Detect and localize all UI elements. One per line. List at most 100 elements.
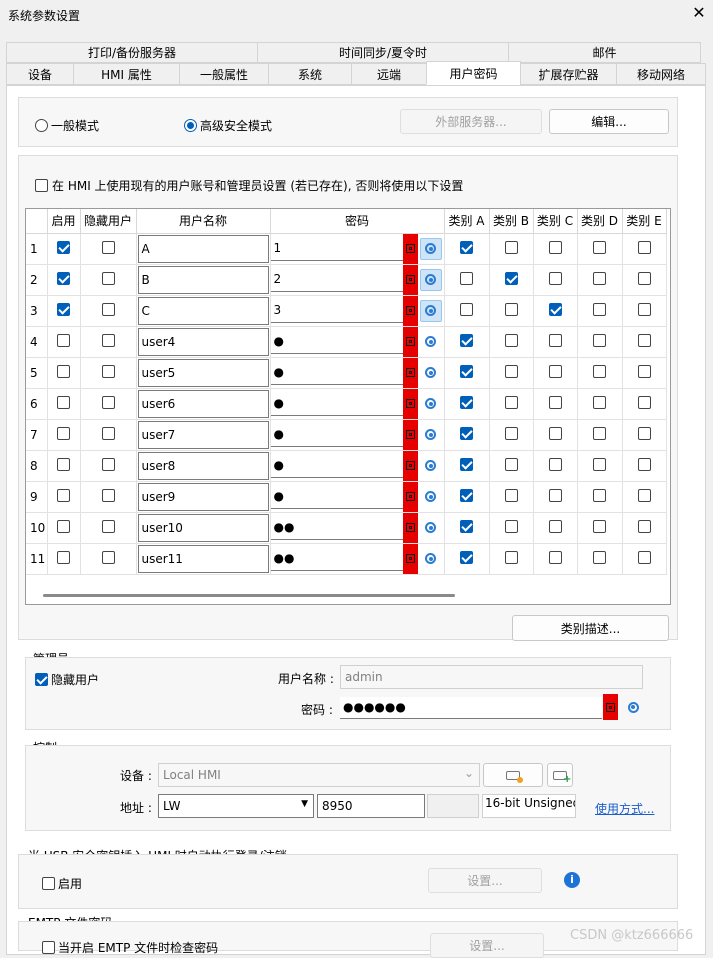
eye-icon[interactable] <box>420 548 442 570</box>
category-a-checkbox[interactable] <box>460 302 473 316</box>
tab-general-props[interactable]: 一般属性 <box>179 63 269 85</box>
usb-enable-checkbox[interactable]: 启用 <box>42 875 82 892</box>
category-b-checkbox[interactable] <box>504 426 518 440</box>
hide-user-checkbox[interactable] <box>101 519 115 533</box>
category-a-checkbox[interactable] <box>460 271 473 285</box>
username-input[interactable]: B <box>137 265 269 294</box>
hide-user-checkbox[interactable] <box>101 302 115 316</box>
username-input[interactable]: user4 <box>137 327 269 356</box>
username-input[interactable]: user5 <box>137 358 269 387</box>
admin-name-field[interactable]: admin <box>340 665 643 689</box>
category-d-checkbox[interactable] <box>593 457 606 471</box>
device-settings-button[interactable] <box>483 763 543 787</box>
column-header[interactable]: 隐藏用户 <box>80 209 137 234</box>
password-input[interactable]: ● <box>270 391 403 416</box>
admin-password-field[interactable]: ●●●●●● <box>340 697 602 719</box>
tab-system[interactable]: 系统 <box>268 63 352 85</box>
category-c-checkbox[interactable] <box>548 240 562 254</box>
category-b-checkbox[interactable] <box>504 488 518 502</box>
admin-eye-icon[interactable] <box>622 696 644 718</box>
enabled-checkbox[interactable] <box>57 457 70 471</box>
category-a-checkbox[interactable] <box>460 488 473 502</box>
category-c-checkbox[interactable] <box>548 457 562 471</box>
category-c-checkbox[interactable] <box>548 302 562 316</box>
category-e-checkbox[interactable] <box>637 364 651 378</box>
category-a-checkbox[interactable] <box>460 395 473 409</box>
category-c-checkbox[interactable] <box>548 364 562 378</box>
category-c-checkbox[interactable] <box>548 426 562 440</box>
column-header[interactable]: 类别 D <box>577 209 623 234</box>
category-b-checkbox[interactable] <box>504 395 518 409</box>
enabled-checkbox[interactable] <box>57 271 70 285</box>
username-input[interactable]: C <box>137 296 269 325</box>
category-b-checkbox[interactable] <box>504 240 518 254</box>
key-icon[interactable] <box>402 419 418 450</box>
address-value-input[interactable]: 8950 <box>317 794 425 818</box>
enabled-checkbox[interactable] <box>57 488 70 502</box>
tab-print-backup[interactable]: 打印/备份服务器 <box>6 42 258 63</box>
key-icon[interactable] <box>402 450 418 481</box>
password-input[interactable]: 1 <box>270 236 403 261</box>
username-input[interactable]: user6 <box>137 389 269 418</box>
hide-user-checkbox[interactable] <box>101 550 115 564</box>
key-icon[interactable] <box>402 357 418 388</box>
device-select[interactable]: Local HMI ⌄ <box>158 763 480 787</box>
category-a-checkbox[interactable] <box>460 519 473 533</box>
usage-link[interactable]: 使用方式... <box>595 800 654 817</box>
use-existing-checkbox[interactable]: 在 HMI 上使用现有的用户账号和管理员设置 (若已存在), 否则将使用以下设置 <box>35 177 463 194</box>
category-b-checkbox[interactable] <box>504 550 518 564</box>
category-d-checkbox[interactable] <box>593 364 606 378</box>
enabled-checkbox[interactable] <box>57 240 70 254</box>
hide-user-checkbox[interactable] <box>101 457 115 471</box>
username-input[interactable]: user8 <box>137 451 269 480</box>
address-type-select[interactable]: LW ▼ <box>158 794 314 818</box>
category-a-checkbox[interactable] <box>460 240 473 254</box>
enabled-checkbox[interactable] <box>57 364 70 378</box>
category-d-checkbox[interactable] <box>593 302 606 316</box>
category-c-checkbox[interactable] <box>548 333 562 347</box>
category-e-checkbox[interactable] <box>637 333 651 347</box>
key-icon[interactable] <box>402 512 418 543</box>
password-input[interactable]: 3 <box>270 298 403 323</box>
password-input[interactable]: ● <box>270 484 403 509</box>
external-server-button[interactable]: 外部服务器... <box>400 109 542 134</box>
eye-icon[interactable] <box>419 299 442 322</box>
key-icon[interactable] <box>402 481 418 512</box>
category-e-checkbox[interactable] <box>637 519 651 533</box>
enabled-checkbox[interactable] <box>57 333 70 347</box>
hide-user-checkbox[interactable] <box>101 333 115 347</box>
category-e-checkbox[interactable] <box>637 426 651 440</box>
enabled-checkbox[interactable] <box>57 519 70 533</box>
tab-device[interactable]: 设备 <box>6 63 74 85</box>
column-header[interactable]: 类别 C <box>533 209 578 234</box>
column-header[interactable]: 用户名称 <box>136 209 271 234</box>
enabled-checkbox[interactable] <box>57 302 70 316</box>
close-icon[interactable]: ✕ <box>690 4 708 22</box>
username-input[interactable]: user9 <box>137 482 269 511</box>
username-input[interactable]: user7 <box>137 420 269 449</box>
key-icon[interactable] <box>402 543 418 574</box>
emtp-check-checkbox[interactable]: 当开启 EMTP 文件时检查密码 <box>42 939 218 956</box>
category-e-checkbox[interactable] <box>637 395 651 409</box>
password-input[interactable]: ● <box>270 360 403 385</box>
eye-icon[interactable] <box>420 424 442 446</box>
category-d-checkbox[interactable] <box>593 519 606 533</box>
category-description-button[interactable]: 类别描述... <box>512 615 669 641</box>
category-e-checkbox[interactable] <box>637 457 651 471</box>
hide-user-checkbox[interactable] <box>101 364 115 378</box>
password-input[interactable]: 2 <box>270 267 403 292</box>
category-a-checkbox[interactable] <box>460 550 473 564</box>
category-a-checkbox[interactable] <box>460 364 473 378</box>
radio-general-mode[interactable]: 一般模式 <box>35 117 99 134</box>
emtp-settings-button[interactable]: 设置... <box>430 933 544 958</box>
column-header[interactable]: 密码 <box>270 209 445 234</box>
eye-icon[interactable] <box>420 455 442 477</box>
category-d-checkbox[interactable] <box>593 240 606 254</box>
category-b-checkbox[interactable] <box>504 271 518 285</box>
category-e-checkbox[interactable] <box>637 488 651 502</box>
category-d-checkbox[interactable] <box>593 426 606 440</box>
password-input[interactable]: ●● <box>270 546 403 571</box>
category-c-checkbox[interactable] <box>548 271 562 285</box>
admin-key-icon[interactable] <box>603 694 618 720</box>
horizontal-scrollbar[interactable] <box>43 594 455 597</box>
